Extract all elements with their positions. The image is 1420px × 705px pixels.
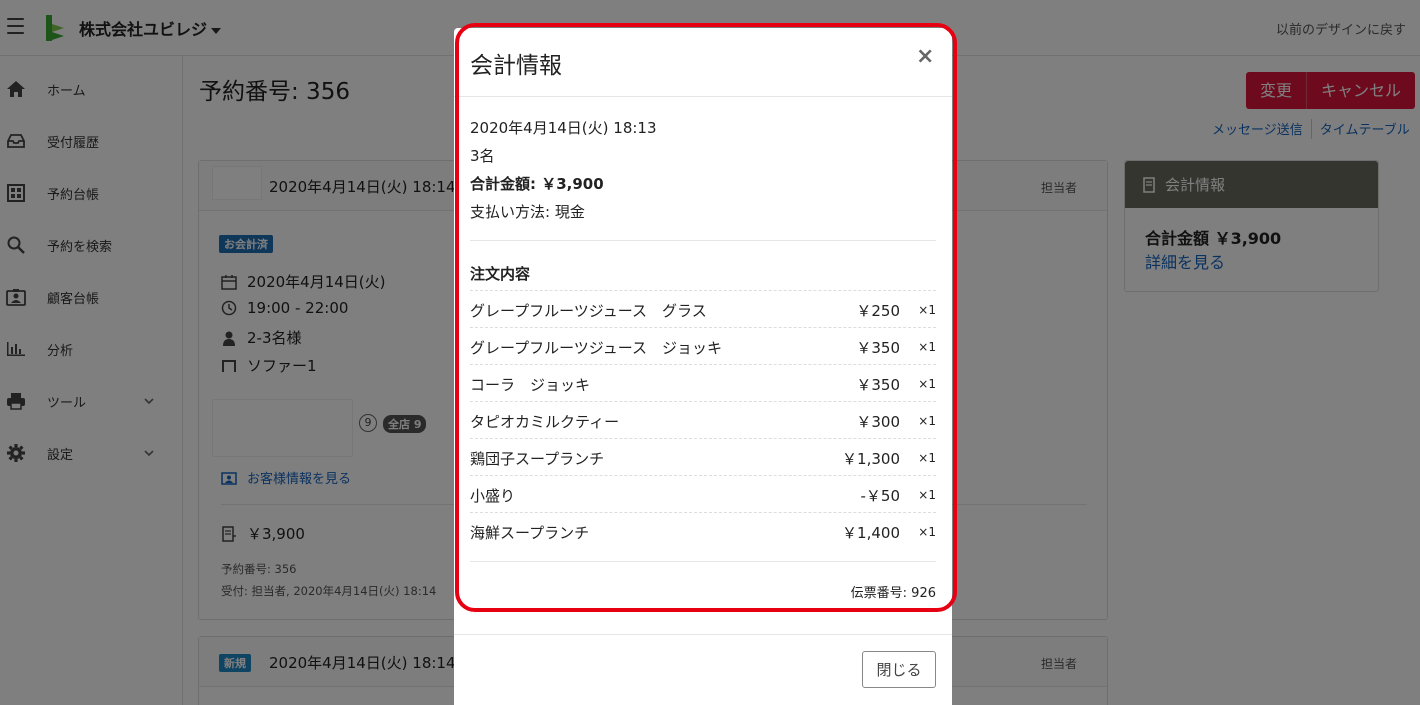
order-item-price: ￥350 — [856, 376, 900, 394]
slip-number: 伝票番号: 926 — [850, 586, 936, 601]
order-item-name: 小盛り — [470, 487, 516, 505]
payment-people: 3名 — [470, 147, 495, 165]
order-item: コーラ ジョッキ ￥350 ×1 — [470, 364, 936, 401]
order-item-qty: ×1 — [918, 377, 936, 391]
order-item-name: 鶏団子スープランチ — [470, 450, 605, 468]
order-item-price: ￥1,300 — [842, 450, 900, 468]
order-item-price: ￥250 — [856, 302, 900, 320]
order-item-name: 海鮮スープランチ — [470, 524, 590, 542]
payment-info-modal: 会計情報 × 2020年4月14日(火) 18:13 3名 合計金額: ￥3,9… — [454, 28, 952, 705]
order-item: タピオカミルクティー ￥300 ×1 — [470, 401, 936, 438]
divider — [454, 634, 952, 635]
order-item-qty: ×1 — [918, 451, 936, 465]
order-item-qty: ×1 — [918, 525, 936, 539]
divider — [470, 561, 936, 562]
order-item: グレープフルーツジュース グラス ￥250 ×1 — [470, 290, 936, 327]
divider — [470, 240, 936, 241]
order-item-name: グレープフルーツジュース ジョッキ — [470, 339, 723, 357]
payment-method: 支払い方法: 現金 — [470, 203, 585, 221]
order-item-qty: ×1 — [918, 340, 936, 354]
order-item-price: -￥50 — [860, 487, 901, 505]
order-item-price: ￥350 — [856, 339, 900, 357]
order-item-qty: ×1 — [918, 303, 936, 317]
order-item-qty: ×1 — [918, 488, 936, 502]
payment-total: 合計金額: ￥3,900 — [470, 175, 604, 193]
order-item: 海鮮スープランチ ￥1,400 ×1 — [470, 512, 936, 549]
payment-datetime: 2020年4月14日(火) 18:13 — [470, 119, 657, 137]
order-item-name: タピオカミルクティー — [470, 413, 620, 431]
close-icon[interactable]: × — [916, 46, 934, 68]
order-item-price: ￥1,400 — [842, 524, 900, 542]
order-item-name: グレープフルーツジュース グラス — [470, 302, 707, 320]
order-item: 小盛り -￥50 ×1 — [470, 475, 936, 512]
order-heading: 注文内容 — [470, 265, 531, 283]
order-item: 鶏団子スープランチ ￥1,300 ×1 — [470, 438, 936, 475]
modal-title: 会計情報 — [470, 53, 562, 79]
divider — [454, 96, 952, 97]
order-item: グレープフルーツジュース ジョッキ ￥350 ×1 — [470, 327, 936, 364]
order-item-name: コーラ ジョッキ — [470, 376, 591, 394]
order-item-price: ￥300 — [856, 413, 900, 431]
close-button[interactable]: 閉じる — [862, 651, 936, 688]
order-item-qty: ×1 — [918, 414, 936, 428]
